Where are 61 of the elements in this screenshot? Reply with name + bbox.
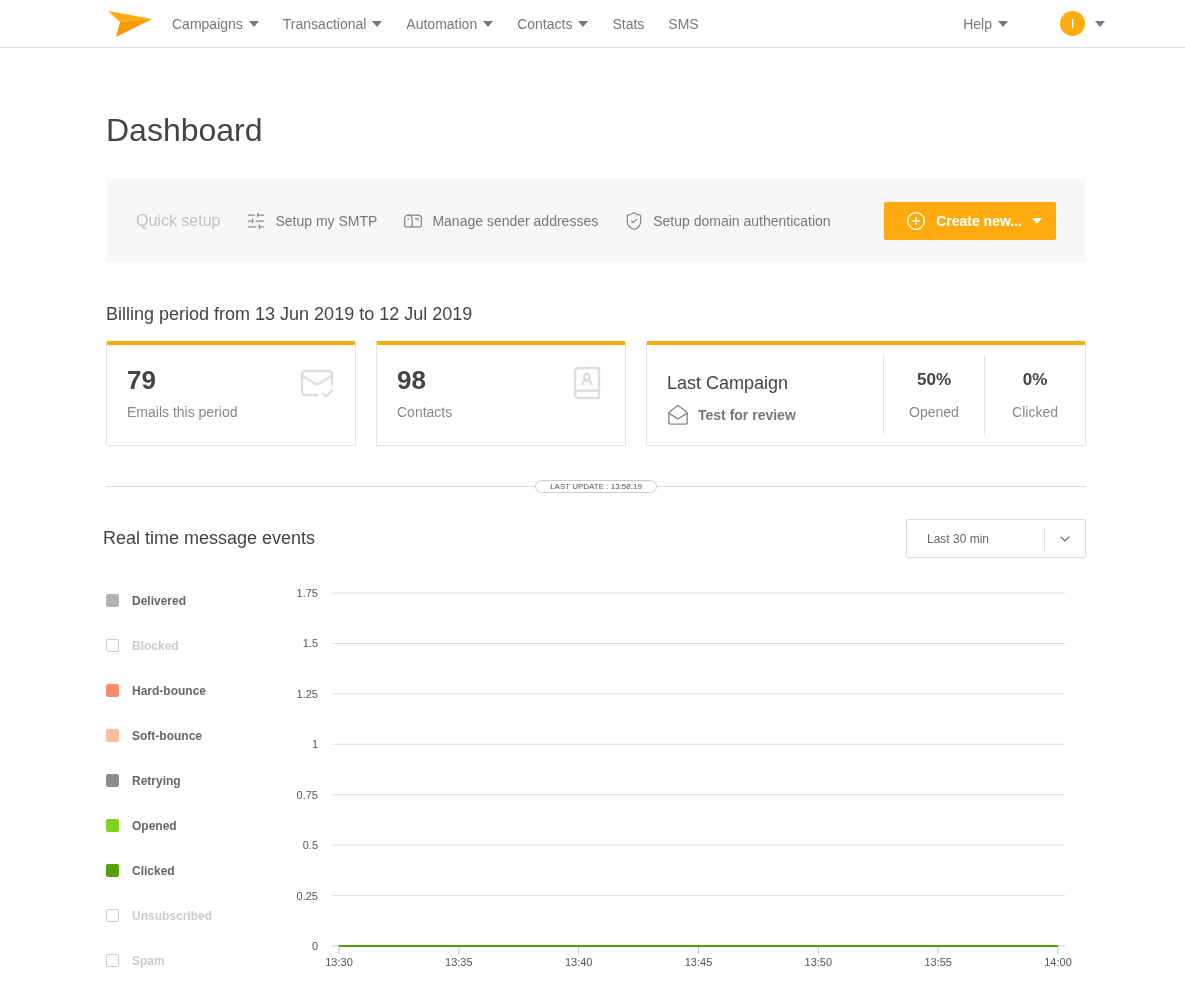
y-axis-label: 0.5 <box>302 839 318 852</box>
stat-value: 79 <box>127 365 157 396</box>
open-envelope-icon <box>667 404 689 426</box>
setup-link[interactable]: Setup my SMTP <box>246 210 378 231</box>
page-title: Dashboard <box>106 112 264 149</box>
legend-checkbox[interactable] <box>106 684 119 697</box>
legend-checkbox[interactable] <box>106 594 119 607</box>
legend-toggle[interactable]: Opened <box>106 819 280 864</box>
section-title: Real time message events <box>103 528 316 549</box>
y-axis-label: 0.25 <box>296 889 318 902</box>
setup-link[interactable]: Setup domain authentication <box>624 210 831 231</box>
nav-menu-item[interactable]: Campaigns <box>172 15 259 32</box>
y-axis-label: 0 <box>311 940 318 952</box>
metric-value: 0% <box>1022 370 1048 390</box>
stat-label: Contacts <box>397 404 453 420</box>
y-axis-label: 1 <box>311 738 318 751</box>
y-axis-label: 1.5 <box>302 637 318 650</box>
x-axis-label: 13:30 <box>325 956 353 968</box>
legend-checkbox[interactable] <box>106 864 119 877</box>
y-axis-label: 1.25 <box>296 687 318 700</box>
legend-toggle[interactable]: Delivered <box>106 594 280 639</box>
nav-menu-item[interactable]: Automation <box>406 15 494 32</box>
help-menu[interactable]: Help <box>963 15 1008 32</box>
legend-checkbox[interactable] <box>106 909 119 922</box>
legend-toggle[interactable]: Retrying <box>106 774 280 819</box>
metric-label: Clicked <box>1012 404 1058 420</box>
caret-icon <box>998 20 1008 27</box>
caret-icon[interactable] <box>1095 20 1105 27</box>
legend-checkbox[interactable] <box>106 774 119 787</box>
nav-menu-item[interactable]: Stats <box>612 15 645 32</box>
metric-label: Opened <box>909 404 959 420</box>
stat-label: Emails this period <box>127 404 238 420</box>
sliders-icon <box>246 210 267 231</box>
x-axis-label: 13:45 <box>684 956 713 968</box>
x-axis-label: 13:50 <box>804 956 833 968</box>
metric-value: 50% <box>917 370 951 390</box>
legend-checkbox[interactable] <box>106 819 119 832</box>
x-axis-label: 14:00 <box>1044 956 1072 968</box>
legend-toggle[interactable]: Hard-bounce <box>106 684 280 729</box>
x-axis-label: 13:40 <box>564 956 593 968</box>
plus-circle-icon <box>906 210 927 231</box>
setup-link[interactable]: Manage sender addresses <box>403 210 599 231</box>
stat-value: 98 <box>397 365 427 396</box>
legend-toggle[interactable]: Clicked <box>106 864 280 909</box>
campaign-link[interactable]: Test for review <box>667 404 883 426</box>
billing-period: Billing period from 13 Jun 2019 to 12 Jul 2019 <box>106 304 474 325</box>
legend-checkbox[interactable] <box>106 729 119 742</box>
legend-toggle[interactable]: Soft-bounce <box>106 729 280 774</box>
legend-checkbox[interactable] <box>106 639 119 652</box>
last-update-badge: LAST UPDATE : 13:58:19 <box>535 480 657 493</box>
paper-plane-logo[interactable] <box>108 10 152 37</box>
x-axis-label: 13:35 <box>445 956 473 968</box>
y-axis-label: 1.75 <box>296 587 318 599</box>
legend-checkbox[interactable] <box>106 954 119 967</box>
nav-menu-item[interactable]: Contacts <box>517 15 589 32</box>
nav-menu-item[interactable]: SMS <box>668 15 699 32</box>
range-select[interactable]: Last 30 min <box>906 519 1086 558</box>
x-axis-label: 13:55 <box>924 956 952 968</box>
card-title: Last Campaign <box>667 373 790 394</box>
y-axis-label: 0.75 <box>296 788 318 801</box>
nav-menu-item[interactable]: Transactional <box>282 15 383 32</box>
